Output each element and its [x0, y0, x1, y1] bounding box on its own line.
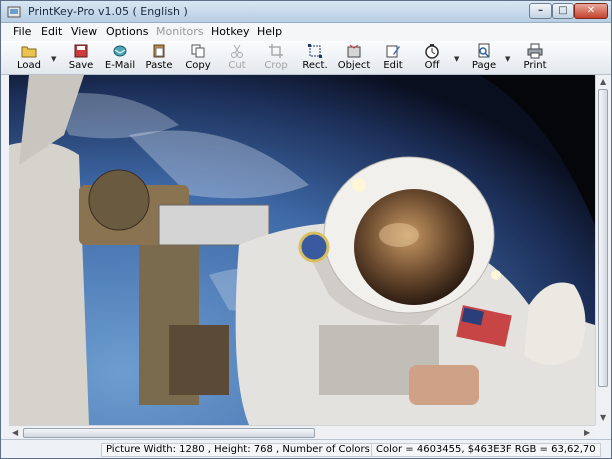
print-label: Print [523, 60, 547, 71]
maximize-icon: □ [558, 5, 568, 16]
scroll-up-icon[interactable]: ▲ [600, 77, 606, 86]
paste-label: Paste [145, 60, 173, 71]
page-label: Page [471, 60, 497, 71]
object-icon [347, 44, 361, 58]
scissors-icon [231, 44, 243, 58]
edit-icon [386, 45, 400, 58]
email-icon [113, 45, 127, 57]
rect-label: Rect. [302, 60, 328, 71]
object-button[interactable]: Object [337, 43, 371, 73]
page-button[interactable]: Page [467, 43, 501, 73]
minimize-icon: – [538, 5, 543, 16]
menu-bar: File Edit View Options Monitors Hotkey H… [1, 23, 611, 41]
image-canvas[interactable] [9, 75, 595, 425]
copy-icon [191, 44, 205, 58]
vertical-scroll-thumb[interactable] [598, 89, 608, 387]
save-icon [74, 44, 88, 58]
title-bar[interactable]: PrintKey-Pro v1.05 ( English ) – □ ✕ [1, 1, 611, 23]
printer-icon [527, 43, 543, 59]
close-button[interactable]: ✕ [574, 3, 608, 19]
menu-help[interactable]: Help [257, 25, 282, 38]
print-button[interactable]: Print [518, 43, 552, 73]
page-icon [478, 43, 490, 58]
vertical-scrollbar[interactable]: ▲ ▼ [595, 75, 610, 425]
paste-icon [153, 44, 165, 58]
status-bar: Picture Width: 1280 , Height: 768 , Numb… [1, 439, 611, 458]
menu-file[interactable]: File [13, 25, 31, 38]
close-icon: ✕ [586, 5, 596, 16]
scroll-left-icon[interactable]: ◀ [12, 428, 18, 437]
minimize-button[interactable]: – [529, 3, 552, 19]
page-dropdown-icon[interactable]: ▼ [505, 55, 510, 63]
timer-off-button[interactable]: Off [415, 43, 449, 73]
cut-label: Cut [228, 60, 246, 71]
rectangle-select-icon [308, 44, 322, 58]
color-info: Color = 4603455, $463E3F RGB = 63,62,70 [371, 443, 601, 457]
crop-button: Crop [259, 43, 293, 73]
email-button[interactable]: E-Mail [103, 43, 137, 73]
horizontal-scrollbar[interactable]: ◀ ▶ [9, 425, 595, 439]
timer-icon [425, 44, 439, 59]
menu-monitors: Monitors [156, 25, 204, 38]
printkey-app-icon [7, 6, 21, 18]
menu-options[interactable]: Options [106, 25, 148, 38]
app-window: PrintKey-Pro v1.05 ( English ) – □ ✕ Fil… [0, 0, 612, 459]
edit-label: Edit [383, 60, 403, 71]
maximize-button[interactable]: □ [552, 3, 574, 19]
folder-open-icon [21, 46, 37, 58]
edit-button[interactable]: Edit [376, 43, 410, 73]
copy-button[interactable]: Copy [181, 43, 215, 73]
off-label: Off [424, 60, 440, 71]
menu-hotkey[interactable]: Hotkey [211, 25, 250, 38]
object-label: Object [337, 60, 371, 71]
horizontal-scroll-thumb[interactable] [23, 428, 315, 438]
rect-button[interactable]: Rect. [298, 43, 332, 73]
paste-button[interactable]: Paste [142, 43, 176, 73]
load-dropdown-icon[interactable]: ▼ [51, 55, 56, 63]
save-button[interactable]: Save [64, 43, 98, 73]
astronaut-photo [9, 75, 595, 425]
menu-view[interactable]: View [71, 25, 97, 38]
crop-icon [269, 44, 283, 58]
scroll-down-icon[interactable]: ▼ [600, 413, 606, 422]
off-dropdown-icon[interactable]: ▼ [454, 55, 459, 63]
toolbar: Load ▼ Save E-Mail Paste Copy Cut Crop R… [1, 41, 611, 75]
cut-button: Cut [220, 43, 254, 73]
crop-label: Crop [264, 60, 288, 71]
load-button[interactable]: Load [12, 43, 46, 73]
window-title: PrintKey-Pro v1.05 ( English ) [28, 5, 188, 18]
scroll-right-icon[interactable]: ▶ [584, 428, 590, 437]
menu-edit[interactable]: Edit [41, 25, 62, 38]
copy-label: Copy [185, 60, 211, 71]
load-label: Load [17, 60, 41, 71]
email-label: E-Mail [104, 60, 136, 71]
save-label: Save [68, 60, 94, 71]
